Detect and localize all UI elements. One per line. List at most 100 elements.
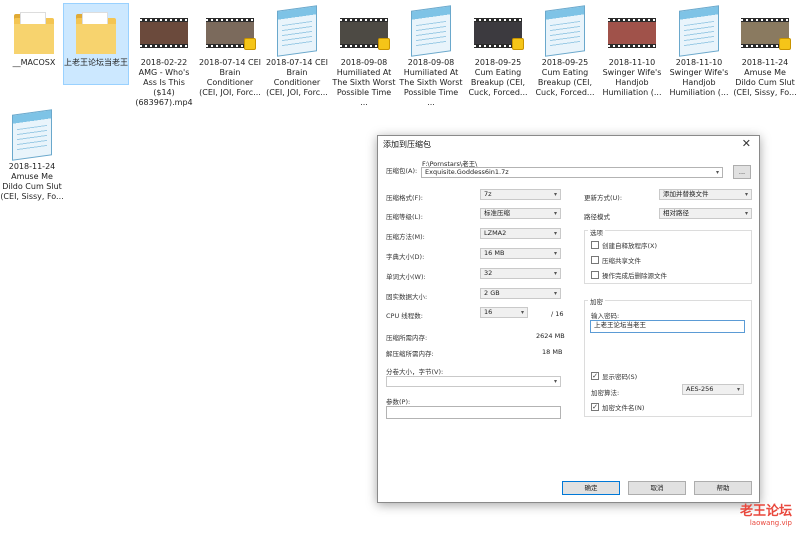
file-label: 2018-02-22 AMG - Who's Ass Is This ($14)…: [135, 58, 193, 107]
notepad-icon: [6, 108, 58, 161]
word-size-value: 32: [484, 269, 493, 277]
chevron-down-icon: ▾: [553, 250, 557, 257]
archive-name-value: Exquisite.Goddess6in1.7z: [425, 168, 509, 176]
chevron-down-icon: ▾: [736, 386, 740, 393]
update-mode-select[interactable]: 添加并替换文件 ▾: [659, 189, 752, 200]
file-item-text[interactable]: 2018-07-14 CEI Brain Conditioner (CEI, J…: [265, 4, 329, 98]
watermark-main: 老王论坛: [739, 504, 792, 519]
compress-shared-label: 压缩共享文件: [602, 257, 641, 265]
help-button[interactable]: 帮助: [694, 481, 752, 495]
file-item-text[interactable]: 2018-09-25 Cum Eating Breakup (CEI, Cuck…: [533, 4, 597, 98]
file-label: 2018-09-25 Cum Eating Breakup (CEI, Cuck…: [535, 58, 595, 97]
notepad-icon: [405, 4, 457, 57]
file-label: 2018-07-14 CEI Brain Conditioner (CEI, J…: [198, 58, 262, 97]
chevron-down-icon: ▾: [553, 290, 557, 297]
archive-name-combobox[interactable]: Exquisite.Goddess6in1.7z ▾: [421, 167, 723, 178]
parameters-input[interactable]: [386, 406, 561, 419]
file-item-video[interactable]: 2018-09-08 Humiliated At The Sixth Worst…: [332, 4, 396, 108]
file-label: 2018-11-10 Swinger Wife's Handjob Humili…: [669, 58, 729, 97]
show-password-label: 显示密码(S): [602, 373, 638, 381]
dialog-title: 添加到压缩包: [383, 140, 431, 149]
word-size-label: 单词大小(W):: [386, 273, 426, 281]
cpu-threads-label: CPU 线程数:: [386, 312, 423, 320]
watermark: 老王论坛 laowang.vip: [740, 500, 792, 527]
file-item-video[interactable]: 2018-07-14 CEI Brain Conditioner (CEI, J…: [198, 4, 262, 98]
cancel-button[interactable]: 取消: [628, 481, 686, 495]
cpu-threads-value: 16: [484, 308, 493, 316]
level-label: 压缩等级(L):: [386, 213, 423, 221]
decompress-memory-value: 18 MB: [542, 348, 563, 356]
create-sfx-checkbox[interactable]: 创建自释放程序(X): [591, 240, 657, 250]
watermark-sub: laowang.vip: [749, 519, 792, 527]
file-label: __MACOSX: [12, 58, 56, 67]
chevron-down-icon: ▾: [553, 210, 557, 217]
cpu-threads-total: / 16: [551, 310, 564, 318]
checkmark-icon: ✓: [591, 372, 599, 380]
file-item-text[interactable]: 2018-11-24 Amuse Me Dildo Cum Slut (CEI,…: [0, 108, 64, 202]
file-item-video[interactable]: 2018-11-10 Swinger Wife's Handjob Humili…: [600, 4, 664, 98]
cpu-threads-select[interactable]: 16 ▾: [480, 307, 528, 318]
password-label: 输入密码:: [591, 312, 620, 320]
compress-shared-checkbox[interactable]: 压缩共享文件: [591, 255, 641, 265]
file-label: 2018-11-24 Amuse Me Dildo Cum Slut (CEI,…: [733, 58, 797, 97]
word-size-select[interactable]: 32 ▾: [480, 268, 561, 279]
file-label: 2018-09-08 Humiliated At The Sixth Worst…: [332, 58, 396, 107]
dictionary-size-select[interactable]: 16 MB ▾: [480, 248, 561, 259]
vlc-badge-icon: [779, 38, 791, 50]
file-item-text[interactable]: 2018-09-08 Humiliated At The Sixth Worst…: [399, 4, 463, 108]
parameters-label: 参数(P):: [386, 398, 411, 406]
checkmark-icon: ✓: [591, 403, 599, 411]
encryption-method-select[interactable]: AES-256 ▾: [682, 384, 744, 395]
add-to-archive-dialog: 添加到压缩包 ✕ 压缩包(A): F:\Pornstars\老王\ Exquis…: [377, 135, 760, 503]
level-value: 标准压缩: [484, 209, 510, 217]
archive-label: 压缩包(A):: [386, 167, 418, 175]
dialog-titlebar[interactable]: 添加到压缩包 ✕: [378, 136, 759, 153]
path-mode-select[interactable]: 相对路径 ▾: [659, 208, 752, 219]
file-item-folder-selected[interactable]: 上老王论坛当老王: [63, 3, 129, 85]
chevron-down-icon: ▾: [553, 230, 557, 237]
folder-icon: [8, 4, 60, 56]
video-thumbnail-icon: [204, 4, 256, 56]
folder-icon: [70, 4, 122, 56]
dictionary-size-value: 16 MB: [484, 249, 505, 257]
options-group-title: 选项: [588, 227, 605, 237]
level-select[interactable]: 标准压缩 ▾: [480, 208, 561, 219]
file-item-video[interactable]: 2018-02-22 AMG - Who's Ass Is This ($14)…: [132, 4, 196, 108]
show-password-checkbox[interactable]: ✓ 显示密码(S): [591, 371, 637, 381]
notepad-icon: [271, 4, 323, 57]
video-thumbnail-icon: [739, 4, 791, 56]
file-item-video[interactable]: 2018-11-24 Amuse Me Dildo Cum Slut (CEI,…: [733, 4, 797, 98]
vlc-badge-icon: [244, 38, 256, 50]
dictionary-size-label: 字典大小(D):: [386, 253, 425, 261]
file-item-macosx-folder[interactable]: __MACOSX: [2, 4, 66, 68]
format-select[interactable]: 7z ▾: [480, 189, 561, 200]
password-input[interactable]: 上老王论坛当老王: [590, 320, 745, 333]
ok-button[interactable]: 确定: [562, 481, 620, 495]
file-label: 2018-07-14 CEI Brain Conditioner (CEI, J…: [265, 58, 329, 97]
method-select[interactable]: LZMA2 ▾: [480, 228, 561, 239]
split-size-combobox[interactable]: ▾: [386, 376, 561, 387]
encryption-method-label: 加密算法:: [591, 389, 620, 397]
desktop: __MACOSX 上老王论坛当老王 2018-02-22 AMG - Who's…: [0, 0, 800, 533]
file-label: 2018-11-10 Swinger Wife's Handjob Humili…: [602, 58, 662, 97]
file-label: 2018-09-25 Cum Eating Breakup (CEI, Cuck…: [468, 58, 528, 97]
delete-after-label: 操作完成后删除源文件: [602, 272, 667, 280]
update-mode-value: 添加并替换文件: [663, 190, 709, 198]
chevron-down-icon: ▾: [553, 191, 557, 198]
browse-button[interactable]: ...: [733, 165, 751, 179]
delete-after-checkbox[interactable]: 操作完成后删除源文件: [591, 270, 667, 280]
create-sfx-label: 创建自释放程序(X): [602, 242, 658, 250]
compress-memory-value: 2624 MB: [536, 332, 565, 340]
encrypt-names-checkbox[interactable]: ✓ 加密文件名(N): [591, 402, 644, 412]
encrypt-names-label: 加密文件名(N): [602, 404, 645, 412]
close-icon[interactable]: ✕: [742, 137, 751, 150]
chevron-down-icon: ▾: [520, 309, 524, 316]
file-item-video[interactable]: 2018-09-25 Cum Eating Breakup (CEI, Cuck…: [466, 4, 530, 98]
file-item-text[interactable]: 2018-11-10 Swinger Wife's Handjob Humili…: [667, 4, 731, 98]
solid-block-select[interactable]: 2 GB ▾: [480, 288, 561, 299]
encryption-method-value: AES-256: [686, 385, 714, 393]
file-label: 2018-11-24 Amuse Me Dildo Cum Slut (CEI,…: [0, 162, 64, 201]
checkbox-box: [591, 256, 599, 264]
video-thumbnail-icon: [138, 4, 190, 56]
chevron-down-icon: ▾: [553, 270, 557, 277]
